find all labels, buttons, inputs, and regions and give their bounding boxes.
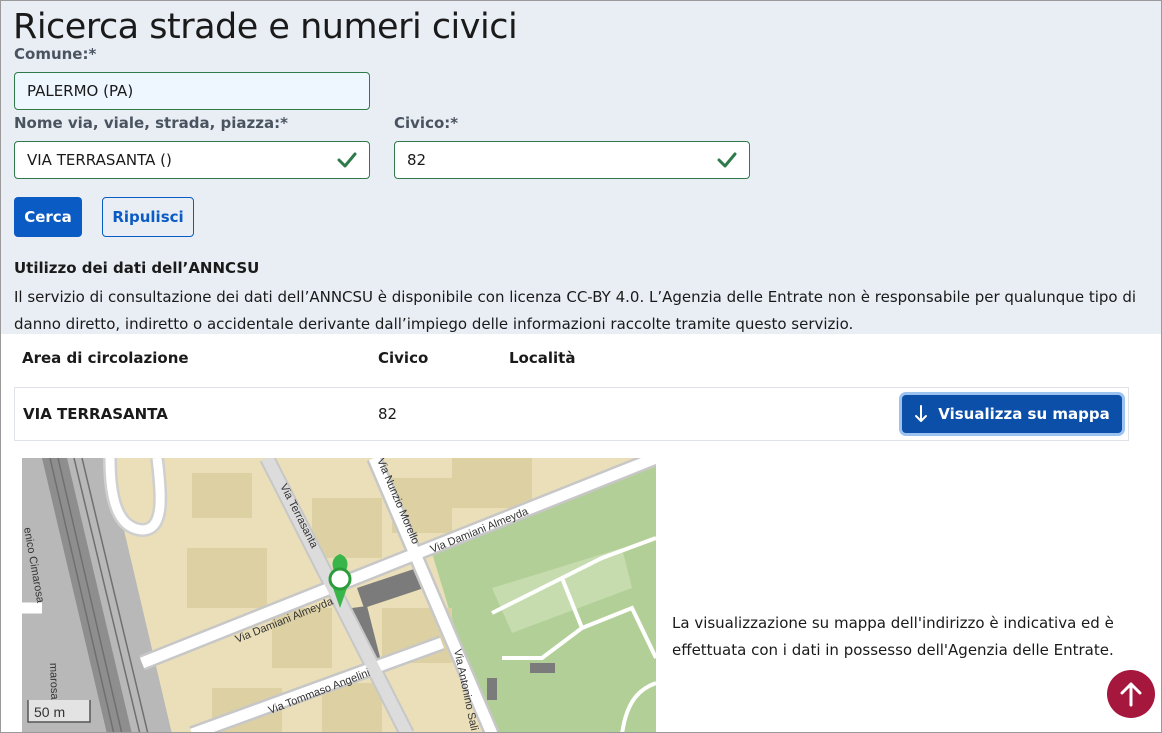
map-note: La visualizzazione su mappa dell'indiriz… bbox=[672, 614, 1114, 659]
via-input[interactable]: VIA TERRASANTA () bbox=[14, 141, 370, 179]
arrow-up-icon bbox=[1120, 682, 1142, 707]
header-area: Area di circolazione bbox=[22, 349, 189, 367]
page: Ricerca strade e numeri civici Comune:* … bbox=[0, 0, 1162, 733]
street-label: marosa bbox=[47, 663, 60, 701]
show-on-map-label: Visualizza su mappa bbox=[938, 405, 1110, 423]
comune-label: Comune:* bbox=[14, 45, 97, 63]
header-localita: Località bbox=[509, 349, 576, 367]
row-area: VIA TERRASANTA bbox=[23, 405, 168, 423]
header-civico: Civico bbox=[378, 349, 429, 367]
civico-input[interactable]: 82 bbox=[394, 141, 750, 179]
map[interactable]: Via Terrasanta Via Nunzio Morello Via Da… bbox=[22, 458, 656, 732]
clear-button[interactable]: Ripulisci bbox=[102, 197, 194, 237]
back-to-top-button[interactable] bbox=[1107, 670, 1155, 718]
notice-title: Utilizzo dei dati dell’ANNCSU bbox=[14, 259, 260, 277]
via-label: Nome via, viale, strada, piazza:* bbox=[14, 114, 288, 132]
search-button[interactable]: Cerca bbox=[14, 197, 82, 237]
comune-input[interactable]: PALERMO (PA) bbox=[14, 72, 370, 110]
map-canvas: Via Terrasanta Via Nunzio Morello Via Da… bbox=[22, 458, 656, 732]
page-title: Ricerca strade e numeri civici bbox=[13, 7, 518, 47]
civico-label: Civico:* bbox=[394, 114, 459, 132]
show-on-map-button[interactable]: Visualizza su mappa bbox=[902, 395, 1122, 433]
search-form: Ricerca strade e numeri civici Comune:* … bbox=[1, 1, 1161, 334]
comune-value: PALERMO (PA) bbox=[27, 82, 134, 100]
notice-text: Il servizio di consultazione dei dati de… bbox=[14, 288, 1137, 333]
via-value: VIA TERRASANTA () bbox=[27, 151, 172, 169]
check-icon bbox=[717, 152, 737, 168]
row-civico: 82 bbox=[378, 405, 398, 423]
civico-value: 82 bbox=[407, 151, 427, 169]
arrow-down-icon bbox=[915, 405, 928, 422]
check-icon bbox=[337, 152, 357, 168]
scale-label: 50 m bbox=[34, 704, 65, 720]
